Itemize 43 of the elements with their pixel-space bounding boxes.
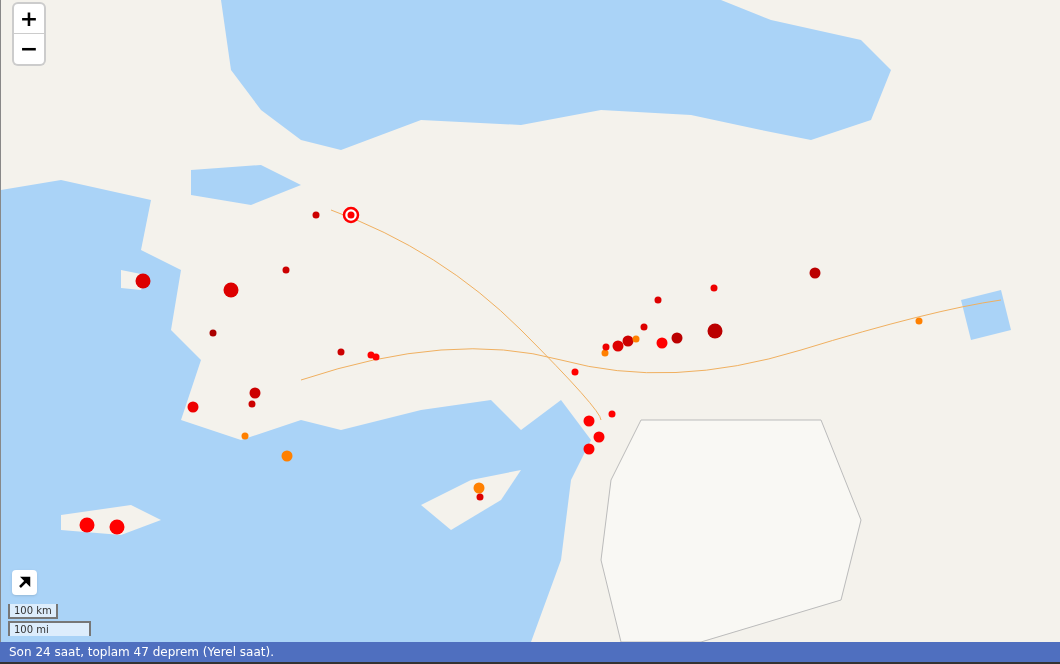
earthquake-marker[interactable] xyxy=(476,493,484,501)
status-bar: Son 24 saat, toplam 47 deprem (Yerel saat). xyxy=(0,642,1060,662)
earthquake-marker[interactable] xyxy=(473,482,485,494)
earthquake-marker[interactable] xyxy=(583,443,595,455)
target-marker[interactable] xyxy=(342,206,360,224)
earthquake-marker[interactable] xyxy=(671,332,683,344)
earthquake-marker[interactable] xyxy=(602,343,610,351)
earthquake-marker[interactable] xyxy=(622,335,634,347)
earthquake-marker[interactable] xyxy=(135,273,151,289)
earthquake-marker[interactable] xyxy=(593,431,605,443)
scale-bar-imperial: 100 mi xyxy=(8,621,91,636)
earthquake-marker[interactable] xyxy=(79,517,95,533)
earthquake-marker[interactable] xyxy=(337,348,345,356)
earthquake-marker[interactable] xyxy=(601,349,609,357)
earthquake-marker[interactable] xyxy=(249,387,261,399)
earthquake-marker[interactable] xyxy=(640,323,648,331)
earthquake-marker[interactable] xyxy=(632,335,640,343)
zoom-in-button[interactable]: + xyxy=(14,4,44,34)
earthquake-marker[interactable] xyxy=(583,415,595,427)
diagonal-arrow-icon xyxy=(18,576,31,589)
earthquake-marker[interactable] xyxy=(209,329,217,337)
earthquake-marker[interactable] xyxy=(707,323,723,339)
earthquake-marker[interactable] xyxy=(248,400,256,408)
earthquake-marker[interactable] xyxy=(187,401,199,413)
earthquake-marker[interactable] xyxy=(223,282,239,298)
earthquake-marker[interactable] xyxy=(656,337,668,349)
zoom-out-button[interactable]: − xyxy=(14,34,44,64)
earthquake-marker[interactable] xyxy=(372,353,380,361)
lake-shape xyxy=(961,290,1011,340)
earthquake-marker[interactable] xyxy=(241,432,249,440)
expand-button[interactable] xyxy=(12,570,37,595)
earthquake-marker[interactable] xyxy=(608,410,616,418)
earthquake-marker[interactable] xyxy=(612,340,624,352)
earthquake-marker[interactable] xyxy=(571,368,579,376)
earthquake-marker[interactable] xyxy=(312,211,320,219)
earthquake-marker[interactable] xyxy=(915,317,923,325)
scale-bar-metric: 100 km xyxy=(8,604,58,619)
earthquake-marker[interactable] xyxy=(710,284,718,292)
earthquake-marker[interactable] xyxy=(282,266,290,274)
earthquake-marker[interactable] xyxy=(809,267,821,279)
earthquake-marker[interactable] xyxy=(109,519,125,535)
earthquake-marker[interactable] xyxy=(654,296,662,304)
earthquake-marker[interactable] xyxy=(281,450,293,462)
